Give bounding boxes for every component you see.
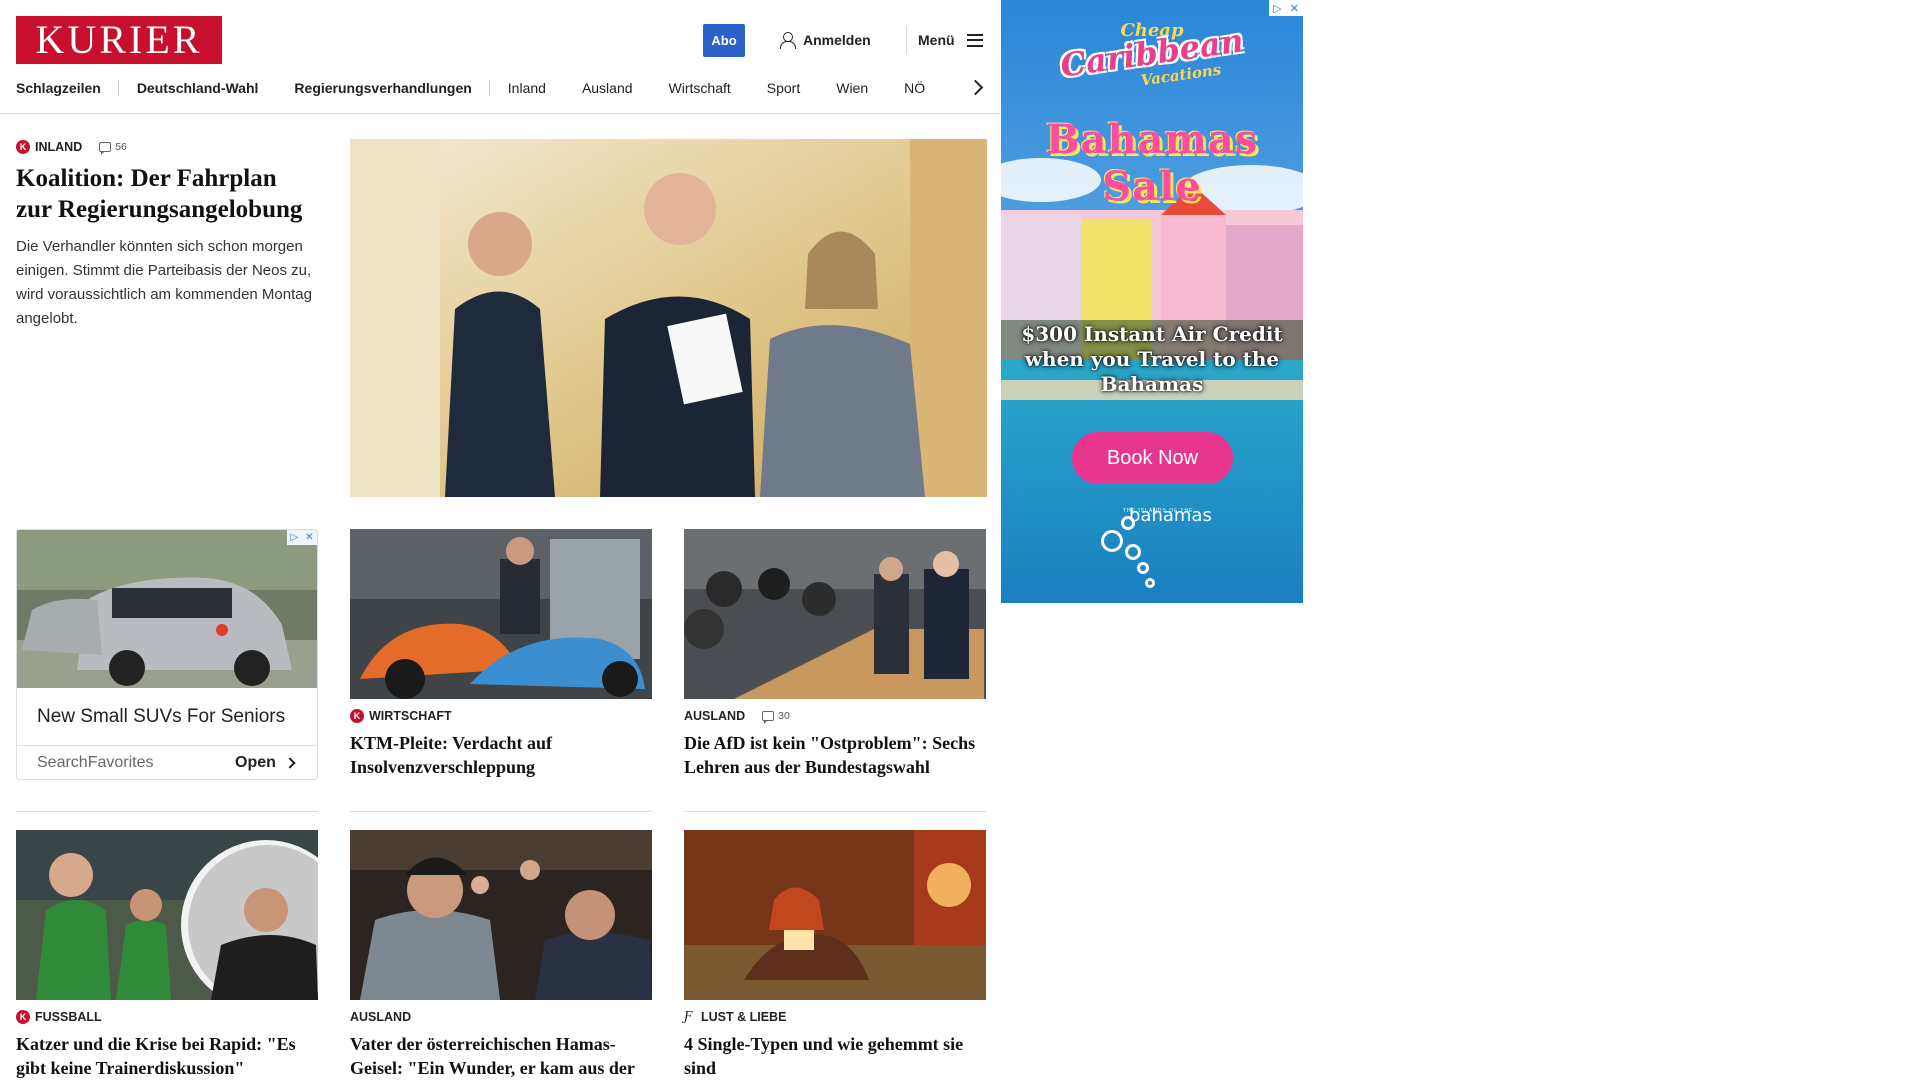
lead-kicker: K Inland 56 (16, 139, 316, 155)
hamburger-icon (966, 33, 983, 47)
article-section: Ausland (684, 709, 746, 723)
native-ad-card[interactable]: ▷ ✕ New Small SUVs For Seniors SearchFavo… (16, 529, 318, 780)
login-button[interactable]: Anmelden (780, 30, 871, 50)
banner-ad-offer: $300 Instant Air Credit when you Travel … (1021, 322, 1283, 396)
article-card[interactable]: K Fussball Katzer und die Krise bei Rapi… (16, 830, 318, 1080)
article-comments[interactable]: 30 (762, 710, 790, 724)
article-kicker: K Wirtschaft (350, 708, 652, 724)
nav-item-ausland[interactable]: Ausland (564, 75, 651, 101)
feather-pen-icon: ƒ (684, 1009, 693, 1024)
kurier-plus-badge: K (16, 140, 30, 154)
comment-icon (762, 711, 775, 724)
article-image[interactable] (350, 529, 652, 699)
article-section: Wirtschaft (369, 709, 452, 723)
row-divider (684, 811, 986, 812)
nav-item-sport[interactable]: Sport (749, 75, 818, 101)
kurier-plus-badge: K (350, 709, 364, 723)
article-card[interactable]: Ausland 30 Die AfD ist kein "Ostproblem"… (684, 529, 986, 779)
menu-label: Menü (918, 32, 955, 48)
article-image[interactable] (350, 830, 652, 1000)
section-nav: Schlagzeilen Deutschland-Wahl Regierungs… (16, 75, 943, 101)
banner-ad-brand: bahamas (1129, 505, 1212, 526)
article-card[interactable]: K Wirtschaft KTM-Pleite: Verdacht auf In… (350, 529, 652, 779)
banner-ad-headline: Bahamas Sale (1045, 116, 1259, 210)
native-ad-open-button[interactable]: Open (235, 754, 296, 772)
kurier-logo[interactable]: KURIER (16, 16, 222, 64)
lead-teaser: Die Verhandler könnten sich schon morgen… (16, 238, 312, 327)
nav-item-noe[interactable]: NÖ (886, 75, 943, 101)
article-image[interactable] (684, 830, 986, 1000)
article-kicker: K Fussball (16, 1009, 318, 1025)
article-section: Fussball (35, 1010, 102, 1024)
native-ad-title[interactable]: New Small SUVs For Seniors (37, 706, 285, 728)
article-headline[interactable]: Katzer und die Krise bei Rapid: "Es gibt… (16, 1032, 318, 1080)
lead-comments[interactable]: 56 (99, 141, 127, 155)
kurier-plus-badge: K (16, 1010, 30, 1024)
book-now-button[interactable]: Book Now (1072, 432, 1233, 484)
article-kicker: Ausland (350, 1009, 652, 1025)
native-ad-open-label: Open (235, 754, 276, 771)
article-headline[interactable]: Vater der österreichischen Hamas-Geisel:… (350, 1032, 652, 1080)
header-separator (0, 113, 1000, 114)
nav-item-regierungsverhandlungen[interactable]: Regierungsverhandlungen (276, 75, 491, 101)
login-label: Anmelden (803, 32, 871, 48)
article-comment-count: 30 (778, 710, 790, 722)
lead-headline[interactable]: Koalition: Der Fahrplan zur Regierungsan… (16, 163, 316, 225)
nav-item-wirtschaft[interactable]: Wirtschaft (651, 75, 749, 101)
adchoices-icon[interactable]: ▷ ✕ (287, 530, 317, 545)
user-icon (780, 32, 796, 49)
nav-item-deutschland-wahl[interactable]: Deutschland-Wahl (119, 75, 277, 101)
header-divider (906, 26, 907, 54)
chevron-right-icon (284, 757, 296, 769)
article-headline[interactable]: Die AfD ist kein "Ostproblem": Sechs Leh… (684, 731, 986, 779)
native-ad-image[interactable]: ▷ ✕ (17, 530, 317, 688)
article-image[interactable] (16, 830, 318, 1000)
lead-section: Inland (35, 140, 83, 154)
comment-icon (99, 142, 112, 155)
article-section: Ausland (350, 1010, 412, 1024)
nav-item-inland[interactable]: Inland (490, 75, 564, 101)
row-divider (350, 811, 652, 812)
abo-button[interactable]: Abo (703, 24, 745, 57)
lead-comment-count: 56 (115, 141, 127, 153)
kurier-site: KURIER Abo Anmelden Menü Schlagzeilen De… (0, 0, 1000, 1080)
article-headline[interactable]: 4 Single-Typen und wie gehemmt sie sind (684, 1032, 986, 1080)
banner-ad[interactable]: ▷ ✕ Cheap Caribbean Vacations Bahamas Sal… (1001, 0, 1303, 603)
nav-scroll-right-icon[interactable] (968, 79, 984, 97)
native-ad-source: SearchFavorites (37, 754, 154, 771)
article-image[interactable] (684, 529, 986, 699)
nav-item-wien[interactable]: Wien (818, 75, 886, 101)
menu-button[interactable]: Menü (918, 30, 983, 50)
lead-photo[interactable] (350, 139, 987, 497)
article-kicker: ƒ Lust & Liebe (684, 1009, 986, 1025)
lead-article[interactable]: K Inland 56 Koalition: Der Fahrplan zur … (16, 139, 316, 331)
nav-item-schlagzeilen[interactable]: Schlagzeilen (16, 75, 119, 101)
row-divider (16, 811, 318, 812)
article-section: Lust & Liebe (701, 1010, 787, 1024)
native-ad-divider (17, 745, 317, 746)
article-headline[interactable]: KTM-Pleite: Verdacht auf Insolvenzversch… (350, 731, 652, 779)
article-card[interactable]: Ausland Vater der österreichischen Hamas… (350, 830, 652, 1080)
article-card[interactable]: ƒ Lust & Liebe 4 Single-Typen und wie ge… (684, 830, 986, 1080)
article-kicker: Ausland 30 (684, 708, 986, 724)
